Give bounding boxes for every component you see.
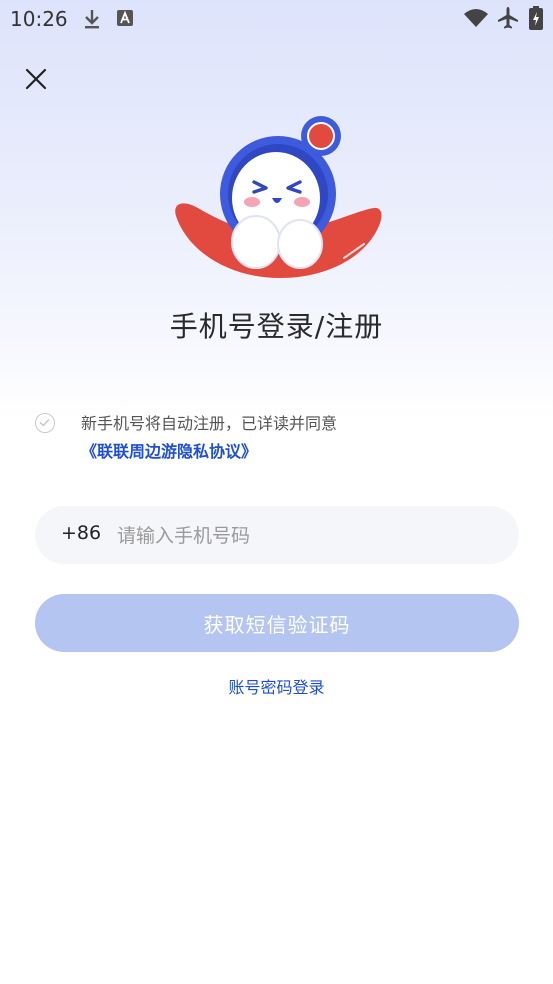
phone-input-container: +86 — [35, 506, 519, 566]
check-icon — [39, 419, 50, 427]
password-login-link[interactable]: 账号密码登录 — [0, 674, 553, 698]
close-icon — [25, 68, 47, 90]
airplane-icon — [498, 7, 518, 29]
download-icon — [85, 10, 99, 29]
wifi-icon — [464, 9, 488, 27]
get-sms-code-button[interactable]: 获取短信验证码 — [35, 594, 519, 652]
country-code[interactable]: +86 — [61, 522, 101, 544]
battery-charging-icon — [529, 6, 543, 30]
agreement-statement: 新手机号将自动注册，已详读并同意 — [81, 414, 338, 433]
mascot-logo — [175, 116, 382, 278]
agreement-checkbox[interactable] — [35, 413, 55, 433]
status-time: 10:26 — [10, 7, 68, 31]
phone-input[interactable] — [115, 506, 499, 566]
status-bar: 10:26 — [0, 0, 553, 38]
page-title: 手机号登录/注册 — [169, 310, 384, 343]
agreement-text: 新手机号将自动注册，已详读并同意《联联周边游隐私协议》 — [81, 410, 511, 466]
privacy-agreement-link[interactable]: 《联联周边游隐私协议》 — [81, 442, 257, 461]
close-button[interactable] — [20, 63, 52, 95]
font-a-icon — [117, 10, 133, 26]
